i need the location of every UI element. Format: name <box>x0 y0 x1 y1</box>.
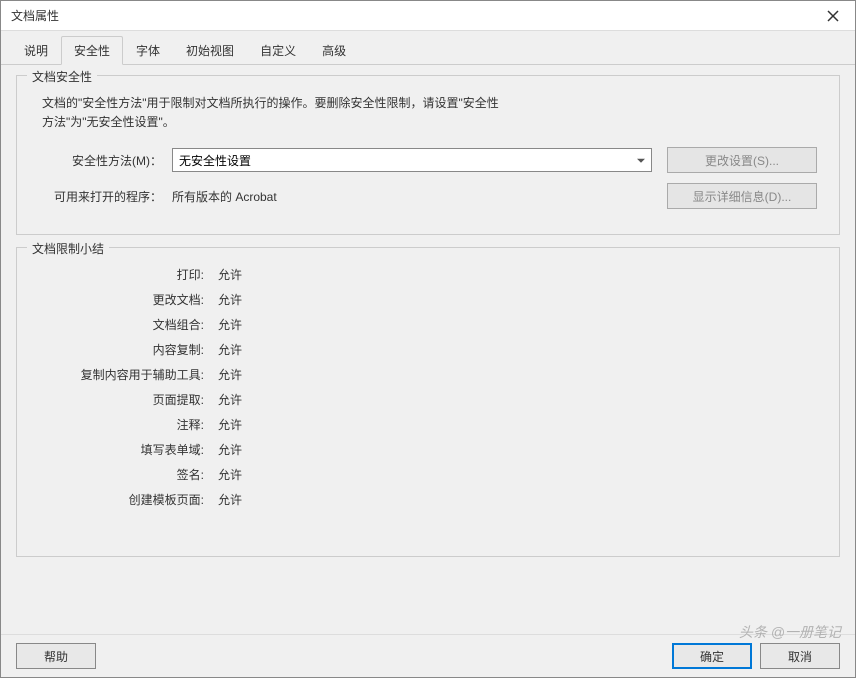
ok-button[interactable]: 确定 <box>672 643 752 669</box>
restriction-row: 填写表单域允许 <box>32 441 824 458</box>
restriction-value: 允许 <box>218 341 242 358</box>
open-program-row: 可用来打开的程序： 所有版本的 Acrobat 显示详细信息(D)... <box>32 183 824 209</box>
restriction-row: 文档组合允许 <box>32 316 824 333</box>
show-details-button: 显示详细信息(D)... <box>667 183 817 209</box>
restriction-value: 允许 <box>218 316 242 333</box>
footer: 帮助 确定 取消 <box>1 634 855 677</box>
open-program-label: 可用来打开的程序： <box>32 188 172 205</box>
security-desc-line1: 文档的"安全性方法"用于限制对文档所执行的操作。要删除安全性限制，请设置"安全性 <box>42 96 499 110</box>
restriction-label: 注释 <box>32 416 212 433</box>
restriction-value: 允许 <box>218 491 242 508</box>
restriction-value: 允许 <box>218 441 242 458</box>
tab-custom[interactable]: 自定义 <box>247 36 309 65</box>
tab-bar: 说明 安全性 字体 初始视图 自定义 高级 <box>1 31 855 65</box>
document-properties-dialog: 文档属性 说明 安全性 字体 初始视图 自定义 高级 文档安全性 文档的"安全性… <box>0 0 856 678</box>
restriction-row: 注释允许 <box>32 416 824 433</box>
restriction-label: 签名 <box>32 466 212 483</box>
change-settings-button: 更改设置(S)... <box>667 147 817 173</box>
restriction-label: 文档组合 <box>32 316 212 333</box>
restriction-row: 内容复制允许 <box>32 341 824 358</box>
restriction-label: 打印 <box>32 266 212 283</box>
open-program-value: 所有版本的 Acrobat <box>172 188 652 205</box>
restriction-label: 复制内容用于辅助工具 <box>32 366 212 383</box>
cancel-button[interactable]: 取消 <box>760 643 840 669</box>
restriction-label: 更改文档 <box>32 291 212 308</box>
restriction-value: 允许 <box>218 266 242 283</box>
content-area: 文档安全性 文档的"安全性方法"用于限制对文档所执行的操作。要删除安全性限制，请… <box>1 65 855 634</box>
restriction-row: 复制内容用于辅助工具允许 <box>32 366 824 383</box>
restriction-row: 签名允许 <box>32 466 824 483</box>
security-group-title: 文档安全性 <box>27 68 97 85</box>
window-title: 文档属性 <box>11 7 59 24</box>
restriction-label: 创建模板页面 <box>32 491 212 508</box>
tab-security[interactable]: 安全性 <box>61 36 123 65</box>
security-method-row: 安全性方法(M)： 无安全性设置 更改设置(S)... <box>32 147 824 173</box>
tab-fonts[interactable]: 字体 <box>123 36 173 65</box>
restriction-label: 填写表单域 <box>32 441 212 458</box>
close-button[interactable] <box>810 1 855 31</box>
tab-advanced[interactable]: 高级 <box>309 36 359 65</box>
restriction-row: 创建模板页面允许 <box>32 491 824 508</box>
restriction-row: 更改文档允许 <box>32 291 824 308</box>
restrictions-groupbox: 文档限制小结 打印允许更改文档允许文档组合允许内容复制允许复制内容用于辅助工具允… <box>16 247 840 557</box>
restriction-label: 页面提取 <box>32 391 212 408</box>
help-button[interactable]: 帮助 <box>16 643 96 669</box>
security-description: 文档的"安全性方法"用于限制对文档所执行的操作。要删除安全性限制，请设置"安全性… <box>42 94 824 132</box>
restriction-value: 允许 <box>218 416 242 433</box>
restrictions-group-title: 文档限制小结 <box>27 240 109 257</box>
restrictions-list: 打印允许更改文档允许文档组合允许内容复制允许复制内容用于辅助工具允许页面提取允许… <box>32 266 824 508</box>
close-icon <box>827 10 839 22</box>
restriction-row: 打印允许 <box>32 266 824 283</box>
security-groupbox: 文档安全性 文档的"安全性方法"用于限制对文档所执行的操作。要删除安全性限制，请… <box>16 75 840 235</box>
restriction-value: 允许 <box>218 391 242 408</box>
tab-description[interactable]: 说明 <box>11 36 61 65</box>
restriction-row: 页面提取允许 <box>32 391 824 408</box>
security-method-value: 无安全性设置 <box>179 152 251 169</box>
tab-initial-view[interactable]: 初始视图 <box>173 36 247 65</box>
titlebar: 文档属性 <box>1 1 855 31</box>
restriction-value: 允许 <box>218 366 242 383</box>
restriction-label: 内容复制 <box>32 341 212 358</box>
restriction-value: 允许 <box>218 291 242 308</box>
restriction-value: 允许 <box>218 466 242 483</box>
security-method-label: 安全性方法(M)： <box>32 152 172 169</box>
security-desc-line2: 方法"为"无安全性设置"。 <box>42 115 175 129</box>
security-method-select[interactable]: 无安全性设置 <box>172 148 652 172</box>
